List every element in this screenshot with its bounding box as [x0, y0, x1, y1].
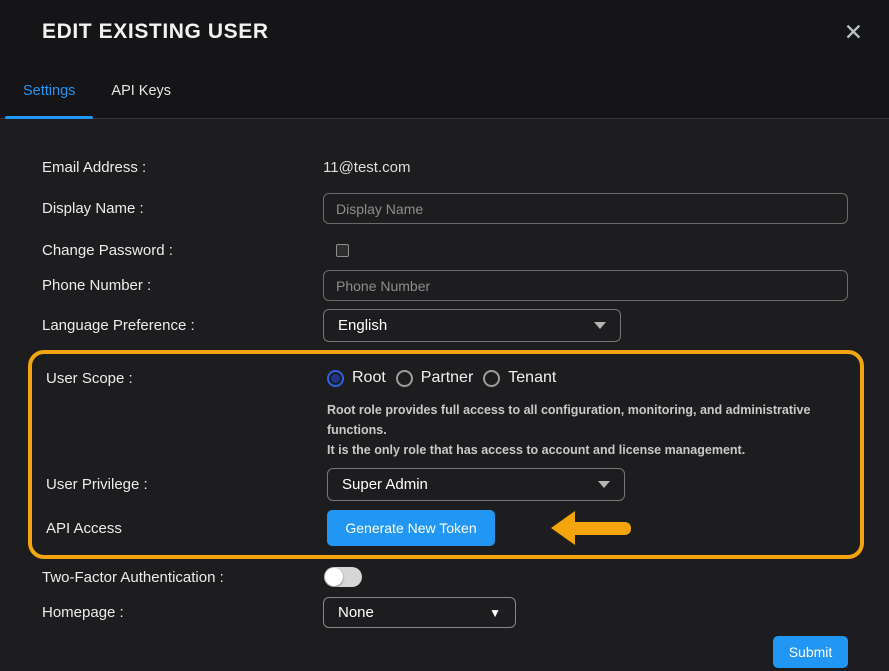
- submit-row: Submit: [42, 636, 848, 668]
- arrow-tail: [575, 522, 631, 535]
- phone-label: Phone Number :: [42, 277, 323, 294]
- language-label: Language Preference :: [42, 317, 323, 334]
- display-name-row: Display Name :: [42, 193, 848, 224]
- role-help-line1: Root role provides full access to all co…: [327, 400, 844, 440]
- change-password-row: Change Password :: [42, 238, 848, 262]
- arrow-head: [551, 511, 575, 545]
- email-label: Email Address :: [42, 159, 323, 176]
- modal-title: EDIT EXISTING USER: [42, 20, 269, 44]
- user-scope-radio-group: Root Partner Tenant: [327, 369, 556, 387]
- two-factor-row: Two-Factor Authentication :: [42, 567, 848, 587]
- language-select[interactable]: English: [323, 309, 621, 342]
- modal-header: EDIT EXISTING USER ✕: [0, 0, 889, 64]
- tab-settings[interactable]: Settings: [5, 64, 93, 118]
- radio-root[interactable]: Root: [327, 369, 386, 387]
- homepage-select[interactable]: None ▼: [323, 597, 516, 628]
- role-help-line2: It is the only role that has access to a…: [327, 440, 844, 460]
- radio-root-circle[interactable]: [327, 370, 344, 387]
- edit-user-modal: EDIT EXISTING USER ✕ Settings API Keys E…: [0, 0, 889, 671]
- radio-partner-circle[interactable]: [396, 370, 413, 387]
- user-scope-label: User Scope :: [46, 370, 327, 387]
- tab-settings-label: Settings: [23, 83, 75, 99]
- homepage-select-value: None: [338, 604, 374, 621]
- two-factor-toggle[interactable]: [324, 567, 362, 587]
- change-password-checkbox[interactable]: [336, 244, 349, 257]
- user-privilege-label: User Privilege :: [46, 476, 327, 493]
- api-access-label: API Access: [46, 520, 327, 537]
- chevron-down-icon: [598, 481, 610, 488]
- tab-api-keys-label: API Keys: [111, 83, 171, 99]
- toggle-knob: [325, 568, 343, 586]
- api-access-row: API Access Generate New Token: [46, 510, 844, 546]
- radio-partner-label: Partner: [421, 369, 473, 387]
- radio-partner[interactable]: Partner: [396, 369, 473, 387]
- email-value: 11@test.com: [323, 159, 410, 176]
- dropdown-arrow-icon: ▼: [489, 606, 501, 620]
- generate-token-button[interactable]: Generate New Token: [327, 510, 495, 546]
- phone-input[interactable]: [323, 270, 848, 301]
- highlight-annotation-box: User Scope : Root Partner Te: [28, 350, 864, 559]
- close-icon[interactable]: ✕: [844, 21, 863, 44]
- language-select-value: English: [338, 317, 387, 334]
- user-privilege-select[interactable]: Super Admin: [327, 468, 625, 501]
- radio-tenant-label: Tenant: [508, 369, 556, 387]
- chevron-down-icon: [594, 322, 606, 329]
- submit-button[interactable]: Submit: [773, 636, 848, 668]
- tab-bar: Settings API Keys: [0, 64, 889, 119]
- homepage-label: Homepage :: [42, 604, 323, 621]
- two-factor-label: Two-Factor Authentication :: [42, 569, 323, 586]
- radio-tenant-circle[interactable]: [483, 370, 500, 387]
- radio-tenant[interactable]: Tenant: [483, 369, 556, 387]
- role-help-text: Root role provides full access to all co…: [327, 400, 844, 460]
- language-row: Language Preference : English: [42, 309, 848, 342]
- phone-row: Phone Number :: [42, 270, 848, 301]
- settings-form: Email Address : 11@test.com Display Name…: [0, 119, 889, 671]
- user-privilege-row: User Privilege : Super Admin: [46, 468, 844, 501]
- homepage-row: Homepage : None ▼: [42, 597, 848, 628]
- display-name-label: Display Name :: [42, 200, 323, 217]
- email-row: Email Address : 11@test.com: [42, 155, 848, 179]
- radio-root-label: Root: [352, 369, 386, 387]
- tab-api-keys[interactable]: API Keys: [93, 64, 189, 118]
- annotation-arrow-icon: [551, 511, 631, 545]
- user-scope-row: User Scope : Root Partner Te: [46, 364, 844, 392]
- display-name-input[interactable]: [323, 193, 848, 224]
- change-password-label: Change Password :: [42, 242, 323, 259]
- user-privilege-select-value: Super Admin: [342, 476, 428, 493]
